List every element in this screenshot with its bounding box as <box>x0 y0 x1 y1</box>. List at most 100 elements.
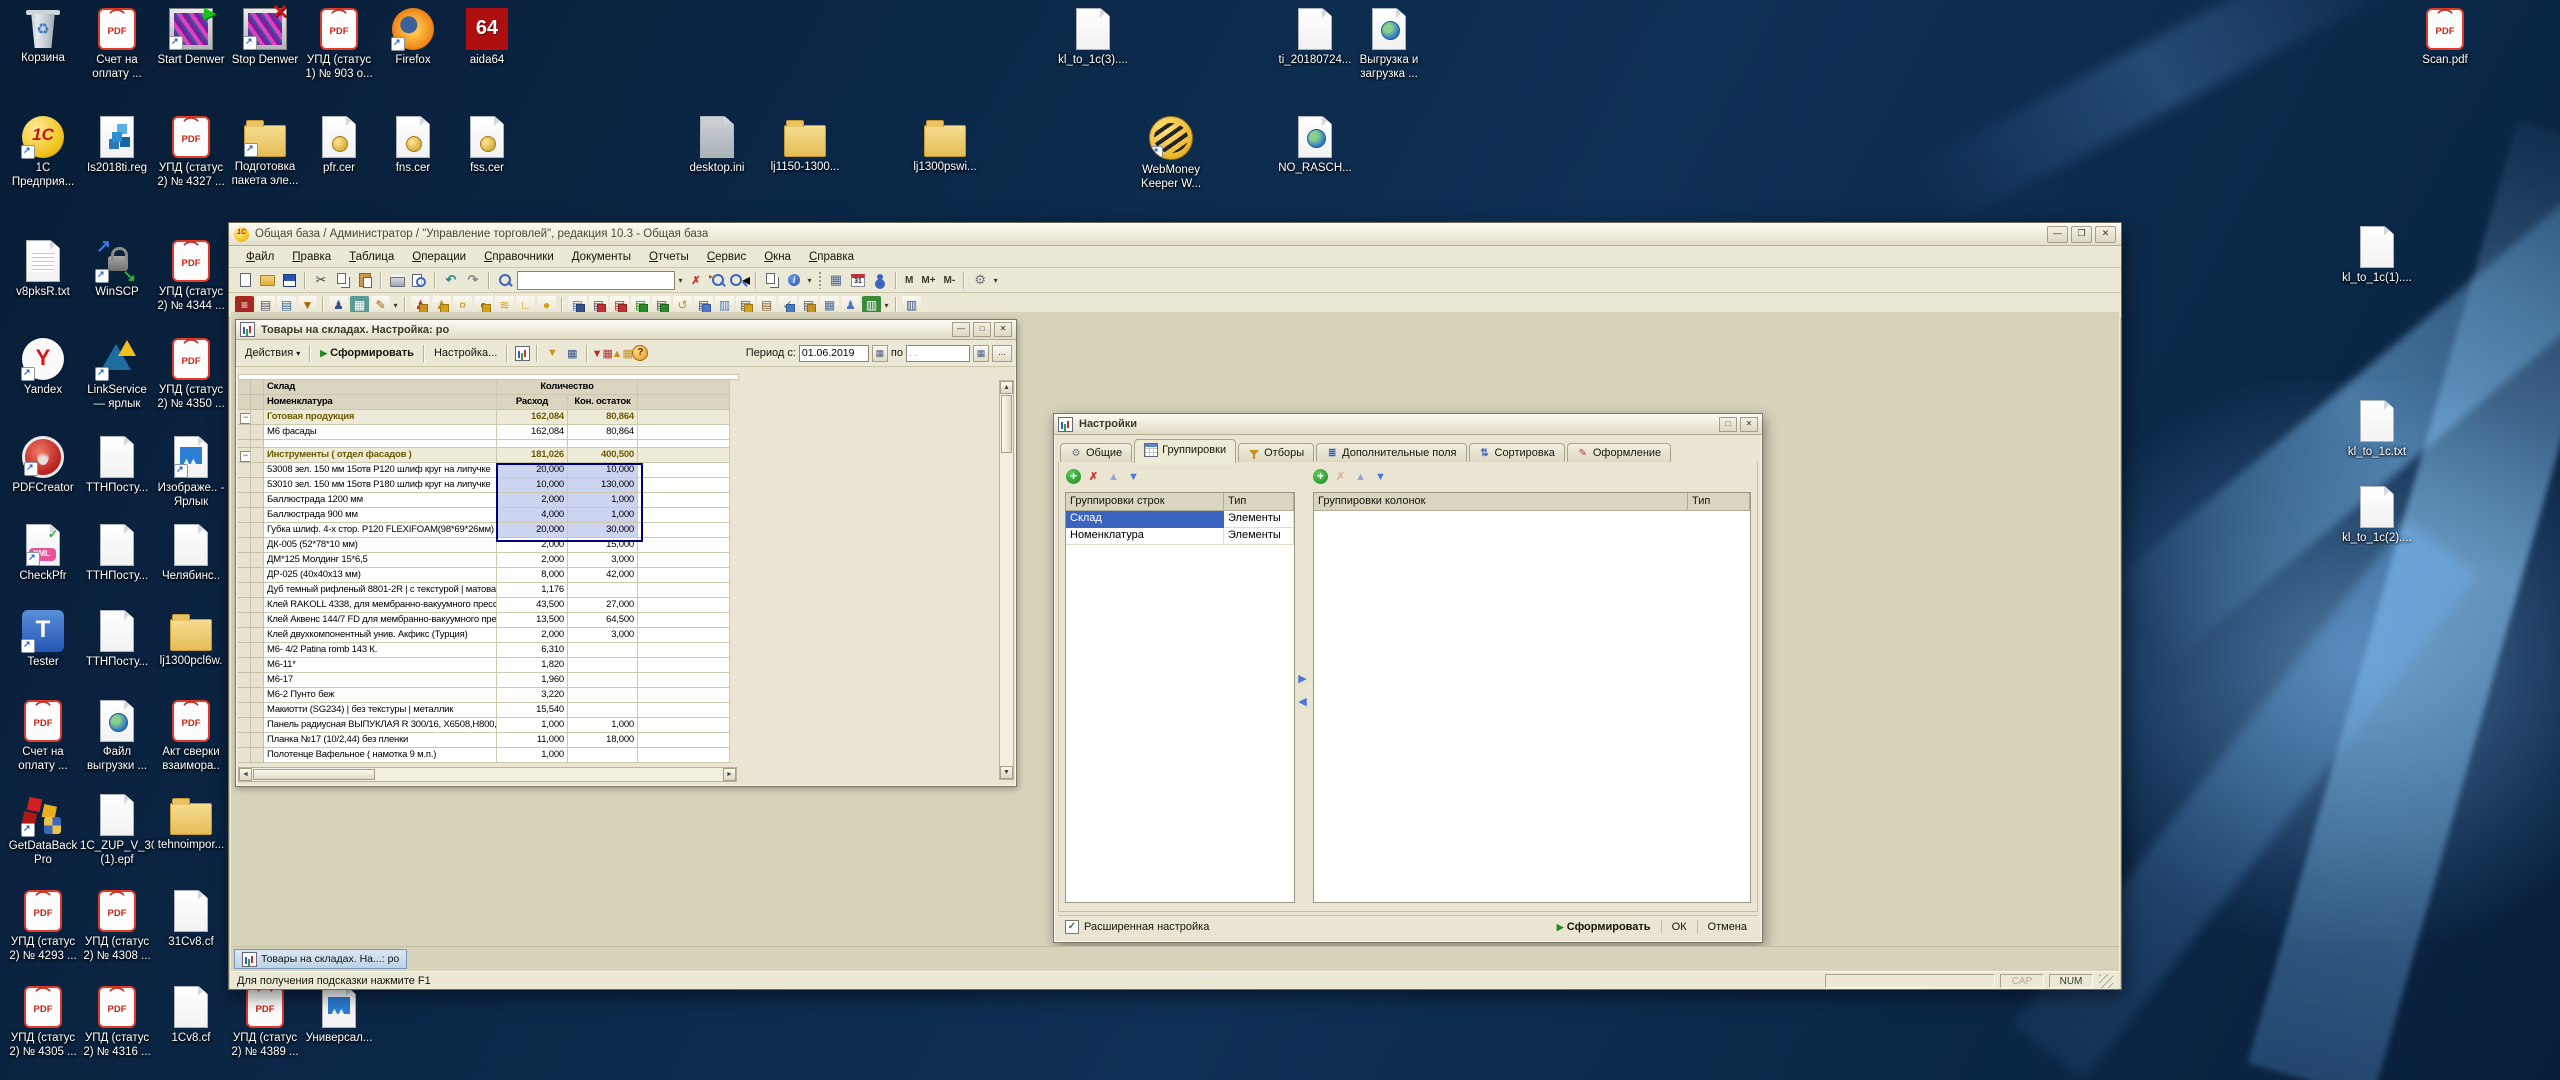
grid-row[interactable]: СкладЭлементы <box>1066 511 1294 528</box>
desktop-icon-39[interactable]: ТТНПосту... <box>80 610 154 669</box>
table-row[interactable] <box>238 440 743 448</box>
preview-icon[interactable] <box>409 271 429 290</box>
desktop-icon-43[interactable]: Акт сверки взаимора.. <box>154 700 228 773</box>
table-row[interactable]: М6- 4/2 Patina romb 143 К.6,310 <box>238 643 743 658</box>
menu-item[interactable]: Операции <box>403 249 475 265</box>
dialog-generate-button[interactable]: ▶ Сформировать <box>1553 919 1655 935</box>
menu-item[interactable]: Отчеты <box>640 249 698 265</box>
col-header-kolichestvo[interactable]: Количество <box>497 380 638 395</box>
add-icon[interactable]: + <box>1066 469 1081 484</box>
table-row[interactable]: −Готовая продукция162,08480,864 <box>238 410 743 425</box>
desktop-icon-3[interactable]: Stop Denwer <box>228 8 302 67</box>
search-input[interactable] <box>517 271 675 290</box>
desktop-icon-14[interactable]: Подготовка пакета эле... <box>228 116 302 188</box>
table-row[interactable]: Губка шлиф. 4-х стор. P120 FLEXIFOAM(98*… <box>238 523 743 538</box>
tab-grid[interactable]: Группировки <box>1134 439 1236 463</box>
table-row[interactable]: ДР-025 (40х40х13 мм)8,00042,000 <box>238 568 743 583</box>
dialog-maximize-button[interactable]: □ <box>1719 417 1737 432</box>
cols-grouping-grid[interactable]: Группировки колонокТип <box>1313 492 1751 903</box>
desktop-icon-37[interactable]: Челябинс.. <box>154 524 228 583</box>
tab-wrench[interactable]: Общие <box>1060 443 1132 463</box>
tab-paint[interactable]: Оформление <box>1567 443 1671 463</box>
table-row[interactable]: ДК-005 (52*78*10 мм)2,00015,000 <box>238 538 743 553</box>
desktop-icon-54[interactable]: Универсал... <box>302 986 376 1045</box>
table-row[interactable]: М6-11*1,820 <box>238 658 743 673</box>
scroll-thumb[interactable] <box>253 769 375 780</box>
undo-icon[interactable] <box>441 271 461 290</box>
filter-icon[interactable]: ▼ <box>543 345 561 362</box>
report-titlebar[interactable]: Товары на складах. Настройка: ро — □ ✕ <box>236 320 1016 340</box>
desktop-icon-12[interactable]: Is2018ti.reg <box>80 116 154 175</box>
table-settings-icon[interactable]: ▦ <box>563 345 581 362</box>
desktop-icon-1[interactable]: Счет на оплату ... <box>80 8 154 81</box>
menu-item[interactable]: Окна <box>755 249 800 265</box>
desktop-icon-25[interactable]: WinSCP <box>80 240 154 299</box>
desktop-icon-9[interactable]: Выгрузка и загрузка ... <box>1352 8 1426 81</box>
desktop-icon-49[interactable]: 31Cv8.cf <box>154 890 228 949</box>
desktop-icon-7[interactable]: kl_to_1c(3).... <box>1056 8 1130 67</box>
calendar-icon[interactable]: ▦ <box>973 345 989 362</box>
desktop-icon-35[interactable]: CheckPfr <box>6 524 80 583</box>
desktop-icon-31[interactable]: PDFCreator <box>6 436 80 495</box>
move-up-icon[interactable]: ▲ <box>1353 469 1368 484</box>
menu-item[interactable]: Правка <box>283 249 340 265</box>
wrench-icon[interactable] <box>970 271 990 290</box>
tab-sort[interactable]: Сортировка <box>1469 443 1565 463</box>
dropdown-icon[interactable]: ▾ <box>991 276 1000 285</box>
desktop-icon-47[interactable]: УПД (статус 2) № 4293 ... <box>6 890 80 963</box>
desktop-icon-5[interactable]: Firefox <box>376 8 450 67</box>
report-hscrollbar[interactable]: ◄ ► <box>238 767 737 782</box>
dropdown-icon[interactable]: ▾ <box>676 276 685 285</box>
scroll-right-icon[interactable]: ► <box>723 768 736 781</box>
desktop-icon-36[interactable]: ТТНПосту... <box>80 524 154 583</box>
delete-icon[interactable]: ✗ <box>1086 469 1101 484</box>
desktop-icon-48[interactable]: УПД (статус 2) № 4308 ... <box>80 890 154 963</box>
find-icon[interactable] <box>495 271 515 290</box>
scroll-up-icon[interactable]: ▲ <box>1000 381 1013 394</box>
report-close-button[interactable]: ✕ <box>994 322 1012 337</box>
desktop-icon-4[interactable]: УПД (статус 1) № 903 о... <box>302 8 376 81</box>
col-header-ostatok[interactable]: Кон. остаток <box>568 395 638 410</box>
desktop-icon-19[interactable]: lj1150-1300... <box>768 116 842 174</box>
desktop-icon-2[interactable]: Start Denwer <box>154 8 228 67</box>
desktop-icon-22[interactable]: NO_RASCH... <box>1278 116 1352 175</box>
calendar-icon[interactable]: ▦ <box>872 345 888 362</box>
desktop-icon-10[interactable]: Scan.pdf <box>2408 8 2482 67</box>
desktop-icon-18[interactable]: desktop.ini <box>680 116 754 175</box>
dropdown-icon[interactable]: ▾ <box>805 276 814 285</box>
move-down-icon[interactable]: ▼ <box>1126 469 1141 484</box>
desktop-icon-24[interactable]: v8pksR.txt <box>6 240 80 299</box>
redo-icon[interactable] <box>463 271 483 290</box>
add-icon[interactable]: + <box>1313 469 1328 484</box>
cal-icon[interactable] <box>848 271 868 290</box>
generate-button[interactable]: ▶Сформировать <box>315 345 419 361</box>
transfer-left-icon[interactable]: ◀ <box>1295 695 1310 710</box>
table-row[interactable]: М6-2 Пунто беж3,220 <box>238 688 743 703</box>
desktop-icon-28[interactable]: LinkService — ярлык <box>80 338 154 411</box>
ok-button[interactable]: ОК <box>1668 919 1691 935</box>
desktop-icon-21[interactable]: WebMoney Keeper W... <box>1134 116 1208 191</box>
cut-icon[interactable] <box>311 271 331 290</box>
col-header-sklad[interactable]: Склад <box>264 380 497 395</box>
desktop-icon-53[interactable]: УПД (статус 2) № 4389 ... <box>228 986 302 1059</box>
scroll-left-icon[interactable]: ◄ <box>239 768 252 781</box>
desktop-icon-29[interactable]: УПД (статус 2) № 4350 ... <box>154 338 228 411</box>
dropdown-icon[interactable]: ▾ <box>391 301 400 310</box>
dropdown-icon[interactable]: ▾ <box>882 301 891 310</box>
expand-groups-icon[interactable]: ▼▦ <box>593 345 611 362</box>
table-row[interactable]: Макиотти (SG234) | без текстуры | металл… <box>238 703 743 718</box>
delete-icon[interactable]: ✗ <box>1333 469 1348 484</box>
report-maximize-button[interactable]: □ <box>973 322 991 337</box>
desktop-icon-13[interactable]: УПД (статус 2) № 4327 ... <box>154 116 228 189</box>
desktop-icon-27[interactable]: Yandex <box>6 338 80 397</box>
table-row[interactable]: ДМ*125 Молдинг 15*6,52,0003,000 <box>238 553 743 568</box>
open-icon[interactable] <box>257 271 277 290</box>
table-row[interactable]: Дуб темный рифленый 8801-2R | с текстуро… <box>238 583 743 598</box>
settings-button[interactable]: Настройка... <box>429 345 502 361</box>
col-header-rashod[interactable]: Расход <box>497 395 568 410</box>
actions-button[interactable]: Действия▾ <box>240 345 305 361</box>
menu-item[interactable]: Таблица <box>340 249 403 265</box>
resize-grip[interactable] <box>2099 974 2113 988</box>
desktop-icon-46[interactable]: tehnoimpor... <box>154 794 228 852</box>
main-titlebar[interactable]: Общая база / Администратор / "Управление… <box>229 223 2121 246</box>
